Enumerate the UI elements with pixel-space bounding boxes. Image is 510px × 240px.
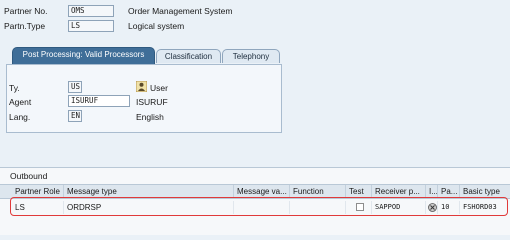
agent-description: ISURUF bbox=[136, 97, 168, 107]
partner-type-label: Partn.Type bbox=[4, 21, 46, 31]
lang-label: Lang. bbox=[9, 112, 31, 122]
agent-field[interactable]: ISURUF bbox=[68, 95, 130, 107]
tab-telephony[interactable]: Telephony bbox=[222, 49, 280, 63]
outbound-title: Outbound bbox=[10, 171, 48, 181]
user-icon bbox=[136, 81, 147, 92]
partner-type-description: Logical system bbox=[128, 21, 185, 31]
tab-classification[interactable]: Classification bbox=[156, 49, 221, 63]
row-highlight bbox=[10, 197, 508, 216]
lang-field[interactable]: EN bbox=[68, 110, 82, 122]
agent-label: Agent bbox=[9, 97, 32, 107]
ty-field[interactable]: US bbox=[68, 81, 82, 93]
ty-label: Ty. bbox=[9, 83, 20, 93]
lang-description: English bbox=[136, 112, 164, 122]
partner-no-field[interactable]: OMS bbox=[68, 5, 114, 17]
partner-no-label: Partner No. bbox=[4, 6, 48, 16]
partner-type-field[interactable]: LS bbox=[68, 20, 114, 32]
tab-post-processing[interactable]: Post Processing: Valid Processors bbox=[12, 47, 155, 64]
ty-description: User bbox=[150, 83, 168, 93]
tab-strip: Post Processing: Valid Processors Classi… bbox=[0, 47, 290, 64]
partner-no-description: Order Management System bbox=[128, 6, 233, 16]
